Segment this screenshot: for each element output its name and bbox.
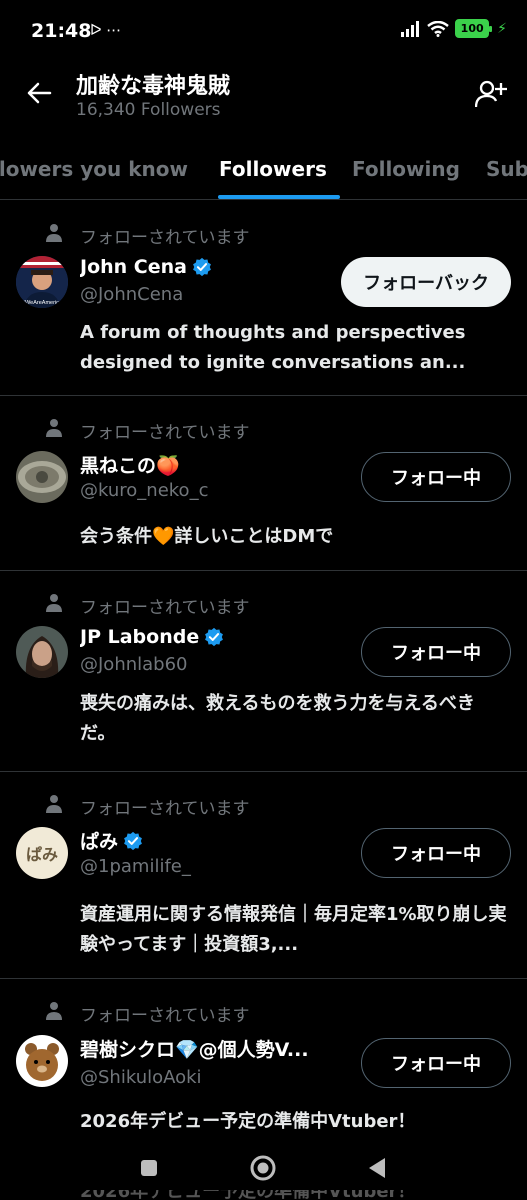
back-nav-button[interactable] bbox=[363, 1154, 391, 1182]
avatar-caption: #WeAreAmerica bbox=[22, 300, 63, 306]
list-item[interactable]: フォローされています JP Labonde @Johnlab60 フォロー中 喪… bbox=[0, 571, 527, 772]
handle: @Johnlab60 bbox=[80, 654, 188, 675]
add-user-icon bbox=[475, 80, 507, 108]
person-icon bbox=[46, 224, 62, 242]
following-button[interactable]: フォロー中 bbox=[361, 1038, 511, 1088]
name-row: ぱみ bbox=[80, 827, 143, 854]
square-icon bbox=[141, 1160, 157, 1176]
signal-icon bbox=[401, 20, 420, 37]
tab-subscriptions[interactable]: Sub bbox=[486, 157, 527, 181]
avatar-image bbox=[16, 451, 68, 503]
handle: @1pamilife_ bbox=[80, 856, 191, 877]
header: 加齢な毒神鬼賊 16,340 Followers bbox=[0, 62, 527, 142]
avatar[interactable] bbox=[16, 626, 68, 678]
tab-followers-you-know[interactable]: llowers you know bbox=[0, 157, 188, 181]
bio: 喪失の痛みは、救えるものを救う力を与えるべきだ。 bbox=[80, 693, 475, 744]
bio: A forum of thoughts and perspectives des… bbox=[80, 322, 466, 373]
name-row: JP Labonde bbox=[80, 626, 224, 648]
display-name: 黒ねこの🍑 bbox=[80, 455, 180, 477]
status-bar: 21:48 ᐅ ⋯ 100 ⚡ bbox=[0, 0, 527, 62]
following-button[interactable]: フォロー中 bbox=[361, 452, 511, 502]
bio: 2026年デビュー予定の準備中Vtuber！ bbox=[80, 1111, 416, 1132]
person-icon bbox=[46, 795, 62, 813]
avatar[interactable]: ぱみ bbox=[16, 827, 68, 879]
list-item[interactable]: フォローされています #WeAreAmerica John Cena @John… bbox=[0, 201, 527, 396]
name-row: 碧樹シクロ💎@個人勢V... bbox=[80, 1035, 309, 1062]
following-button[interactable]: フォロー中 bbox=[361, 627, 511, 677]
avatar-image bbox=[16, 1035, 68, 1087]
name-row: John Cena bbox=[80, 256, 212, 278]
list-item[interactable]: フォローされています 黒ねこの🍑 @kuro_neko_c フォロー中 会う条件… bbox=[0, 396, 527, 571]
tab-bar: llowers you know Followers Following Sub bbox=[0, 142, 527, 200]
status-right-icons: 100 ⚡ bbox=[401, 19, 507, 38]
status-notification-icons: ᐅ ⋯ bbox=[90, 21, 122, 39]
name-row: 黒ねこの🍑 bbox=[80, 451, 180, 478]
avatar[interactable]: #WeAreAmerica bbox=[16, 256, 68, 308]
follows-you-label: フォローされています bbox=[80, 228, 250, 248]
add-user-button[interactable] bbox=[473, 76, 509, 112]
display-name: JP Labonde bbox=[80, 626, 200, 648]
arrow-left-icon bbox=[27, 82, 52, 104]
recents-button[interactable] bbox=[135, 1154, 163, 1182]
person-icon bbox=[46, 1002, 62, 1020]
display-name: ぱみ bbox=[80, 831, 119, 853]
follow-back-button[interactable]: フォローバック bbox=[341, 257, 511, 307]
scrolled-bio-ghost: 2026年デビュー予定の準備中Vtuber！ bbox=[80, 1190, 415, 1200]
back-button[interactable] bbox=[22, 76, 56, 110]
bio: 会う条件🧡詳しいことはDMで bbox=[80, 526, 334, 547]
handle: @ShikuloAoki bbox=[80, 1067, 202, 1088]
system-nav-bar: 2026年デビュー予定の準備中Vtuber！ bbox=[0, 1136, 527, 1200]
tab-following[interactable]: Following bbox=[352, 157, 460, 181]
follows-you-label: フォローされています bbox=[80, 423, 250, 443]
verified-badge-icon bbox=[205, 627, 224, 647]
display-name: 碧樹シクロ💎@個人勢V... bbox=[80, 1039, 309, 1061]
display-name: John Cena bbox=[80, 256, 187, 278]
tab-indicator bbox=[218, 195, 340, 199]
person-icon bbox=[46, 594, 62, 612]
handle: @JohnCena bbox=[80, 284, 184, 305]
following-button[interactable]: フォロー中 bbox=[361, 828, 511, 878]
avatar-image: #WeAreAmerica bbox=[16, 256, 68, 308]
follows-you-label: フォローされています bbox=[80, 1006, 250, 1026]
verified-badge-icon bbox=[124, 831, 142, 850]
avatar[interactable] bbox=[16, 451, 68, 503]
triangle-back-icon bbox=[369, 1158, 385, 1178]
page-title: 加齢な毒神鬼賊 bbox=[76, 74, 231, 99]
verified-badge-icon bbox=[193, 257, 211, 277]
wifi-icon bbox=[427, 20, 449, 37]
avatar-image bbox=[16, 626, 68, 678]
home-button[interactable] bbox=[249, 1154, 277, 1182]
follows-you-label: フォローされています bbox=[80, 799, 250, 819]
tab-followers[interactable]: Followers bbox=[219, 157, 327, 181]
status-time: 21:48 bbox=[31, 20, 92, 42]
person-icon bbox=[46, 419, 62, 437]
list-item[interactable]: フォローされています ぱみ ぱみ @1pamilife_ フォロー中 資産運用に… bbox=[0, 772, 527, 979]
follower-count: 16,340 Followers bbox=[76, 100, 221, 120]
circle-icon bbox=[250, 1155, 276, 1181]
bio: 資産運用に関する情報発信｜毎月定率1%取り崩し実験やってます｜投資額3,... bbox=[80, 904, 507, 955]
handle: @kuro_neko_c bbox=[80, 480, 209, 501]
battery-icon: 100 bbox=[455, 19, 493, 38]
charging-icon: ⚡ bbox=[497, 20, 507, 37]
avatar[interactable] bbox=[16, 1035, 68, 1087]
avatar-text: ぱみ bbox=[25, 845, 58, 864]
follows-you-label: フォローされています bbox=[80, 598, 250, 618]
